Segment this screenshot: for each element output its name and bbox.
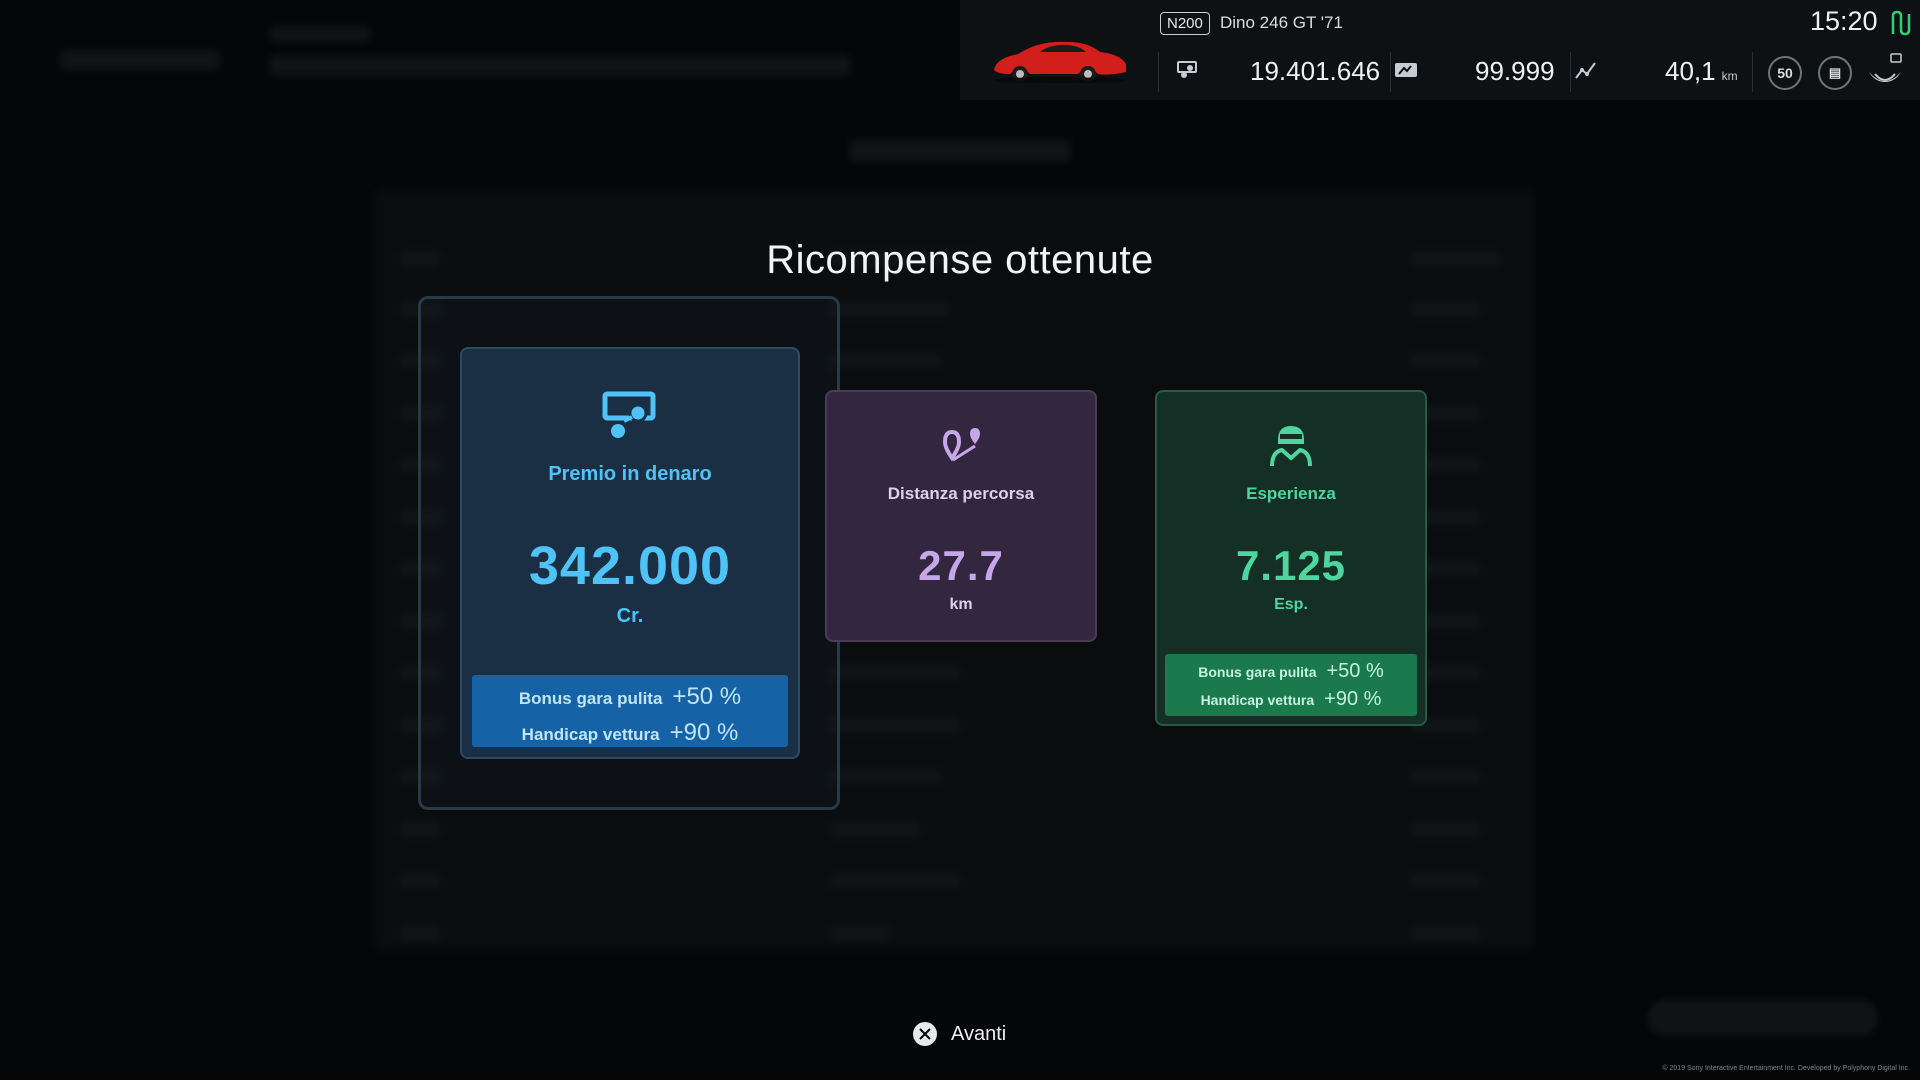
bg-row: [400, 872, 1510, 890]
bg-row: [400, 924, 1510, 942]
modal-title: Ricompense ottenute: [766, 238, 1154, 282]
money-icon: [1177, 61, 1197, 78]
prize-money-value: 342.000: [528, 536, 732, 596]
car-name: Dino 246 GT '71: [1220, 13, 1343, 32]
distance-card[interactable]: Distanza percorsa 27.7 km: [825, 390, 1097, 642]
connection-icon: [1891, 10, 1911, 36]
continue-button[interactable]: Avanti: [913, 1022, 1006, 1046]
clock: 15:20: [1810, 6, 1878, 36]
continue-label: Avanti: [951, 1022, 1007, 1045]
bg-blurred-event-name: [270, 56, 850, 76]
experience-label: Esperienza: [1246, 484, 1336, 503]
mileage-icon: [1395, 63, 1417, 77]
bonus-label: Bonus gara pulita: [518, 689, 663, 708]
cross-button-icon: [913, 1022, 937, 1046]
money-bonus-box: Bonus gara pulita +50 % Handicap vettura +…: [472, 675, 788, 747]
driver-helmet-icon: [1270, 426, 1312, 467]
bonus-value: +50 %: [1326, 660, 1384, 682]
profile-emblem-icon[interactable]: [1865, 52, 1905, 92]
experience-card[interactable]: Esperienza 7.125 Esp. Bonus gara pulita +…: [1155, 390, 1427, 726]
bonus-label: Bonus gara pulita: [1198, 664, 1317, 680]
odometer-unit: km: [1721, 69, 1738, 83]
distance-graph-icon: [1575, 62, 1596, 79]
hud-divider: [1570, 52, 1571, 92]
bonus-value: +50 %: [672, 683, 742, 710]
bonus-value: +90 %: [1324, 688, 1382, 710]
copyright-text: © 2019 Sony Interactive Entertainment In…: [1662, 1065, 1910, 1072]
money-icon: [602, 391, 656, 438]
hud-divider: [1752, 52, 1753, 92]
prize-money-unit: Cr.: [616, 605, 644, 627]
car-handicap-row: Handicap vettura +90 %: [472, 719, 788, 747]
clean-race-bonus-row: Bonus gara pulita +50 %: [472, 683, 788, 711]
bg-row: [400, 820, 1510, 838]
prize-money-label: Premio in denaro: [548, 463, 712, 485]
bonus-label: Handicap vettura: [521, 725, 660, 744]
manual-icon[interactable]: ▤: [1818, 56, 1852, 90]
bg-blurred-title: [60, 50, 220, 70]
experience-value: 7.125: [1235, 542, 1347, 589]
experience-bonus-box: Bonus gara pulita +50 % Handicap vettura +…: [1165, 654, 1417, 716]
distance-label: Distanza percorsa: [887, 484, 1035, 503]
mileage-points-value: 99.999: [1475, 56, 1555, 86]
bg-blurred-subtitle: [270, 26, 370, 42]
car-handicap-row: Handicap vettura +90 %: [1165, 688, 1417, 711]
car-class-tag: N200: [1160, 12, 1210, 35]
bg-blurred-heading: [850, 140, 1070, 162]
distance-unit: km: [949, 596, 973, 613]
bonus-value: +90 %: [669, 719, 739, 746]
odometer-number: 40,1: [1665, 56, 1716, 86]
hud-divider: [1158, 52, 1159, 92]
bg-blurred-button: [1648, 1000, 1878, 1036]
route-pin-icon: [942, 428, 980, 462]
experience-unit: Esp.: [1274, 596, 1308, 613]
car-image: [994, 41, 1126, 83]
odometer-value: 40,1 km: [1665, 56, 1738, 87]
hud-divider: [1390, 52, 1391, 92]
level-badge-icon: 50: [1768, 56, 1802, 90]
top-hud: N200 Dino 246 GT '71 19.401.646 99.999 4…: [960, 0, 1920, 100]
distance-value: 27.7: [918, 542, 1004, 589]
clean-race-bonus-row: Bonus gara pulita +50 %: [1165, 660, 1417, 683]
bonus-label: Handicap vettura: [1200, 692, 1315, 708]
credits-value: 19.401.646: [1250, 56, 1381, 86]
prize-money-card[interactable]: Premio in denaro 342.000 Cr. Bonus gara …: [460, 347, 800, 759]
